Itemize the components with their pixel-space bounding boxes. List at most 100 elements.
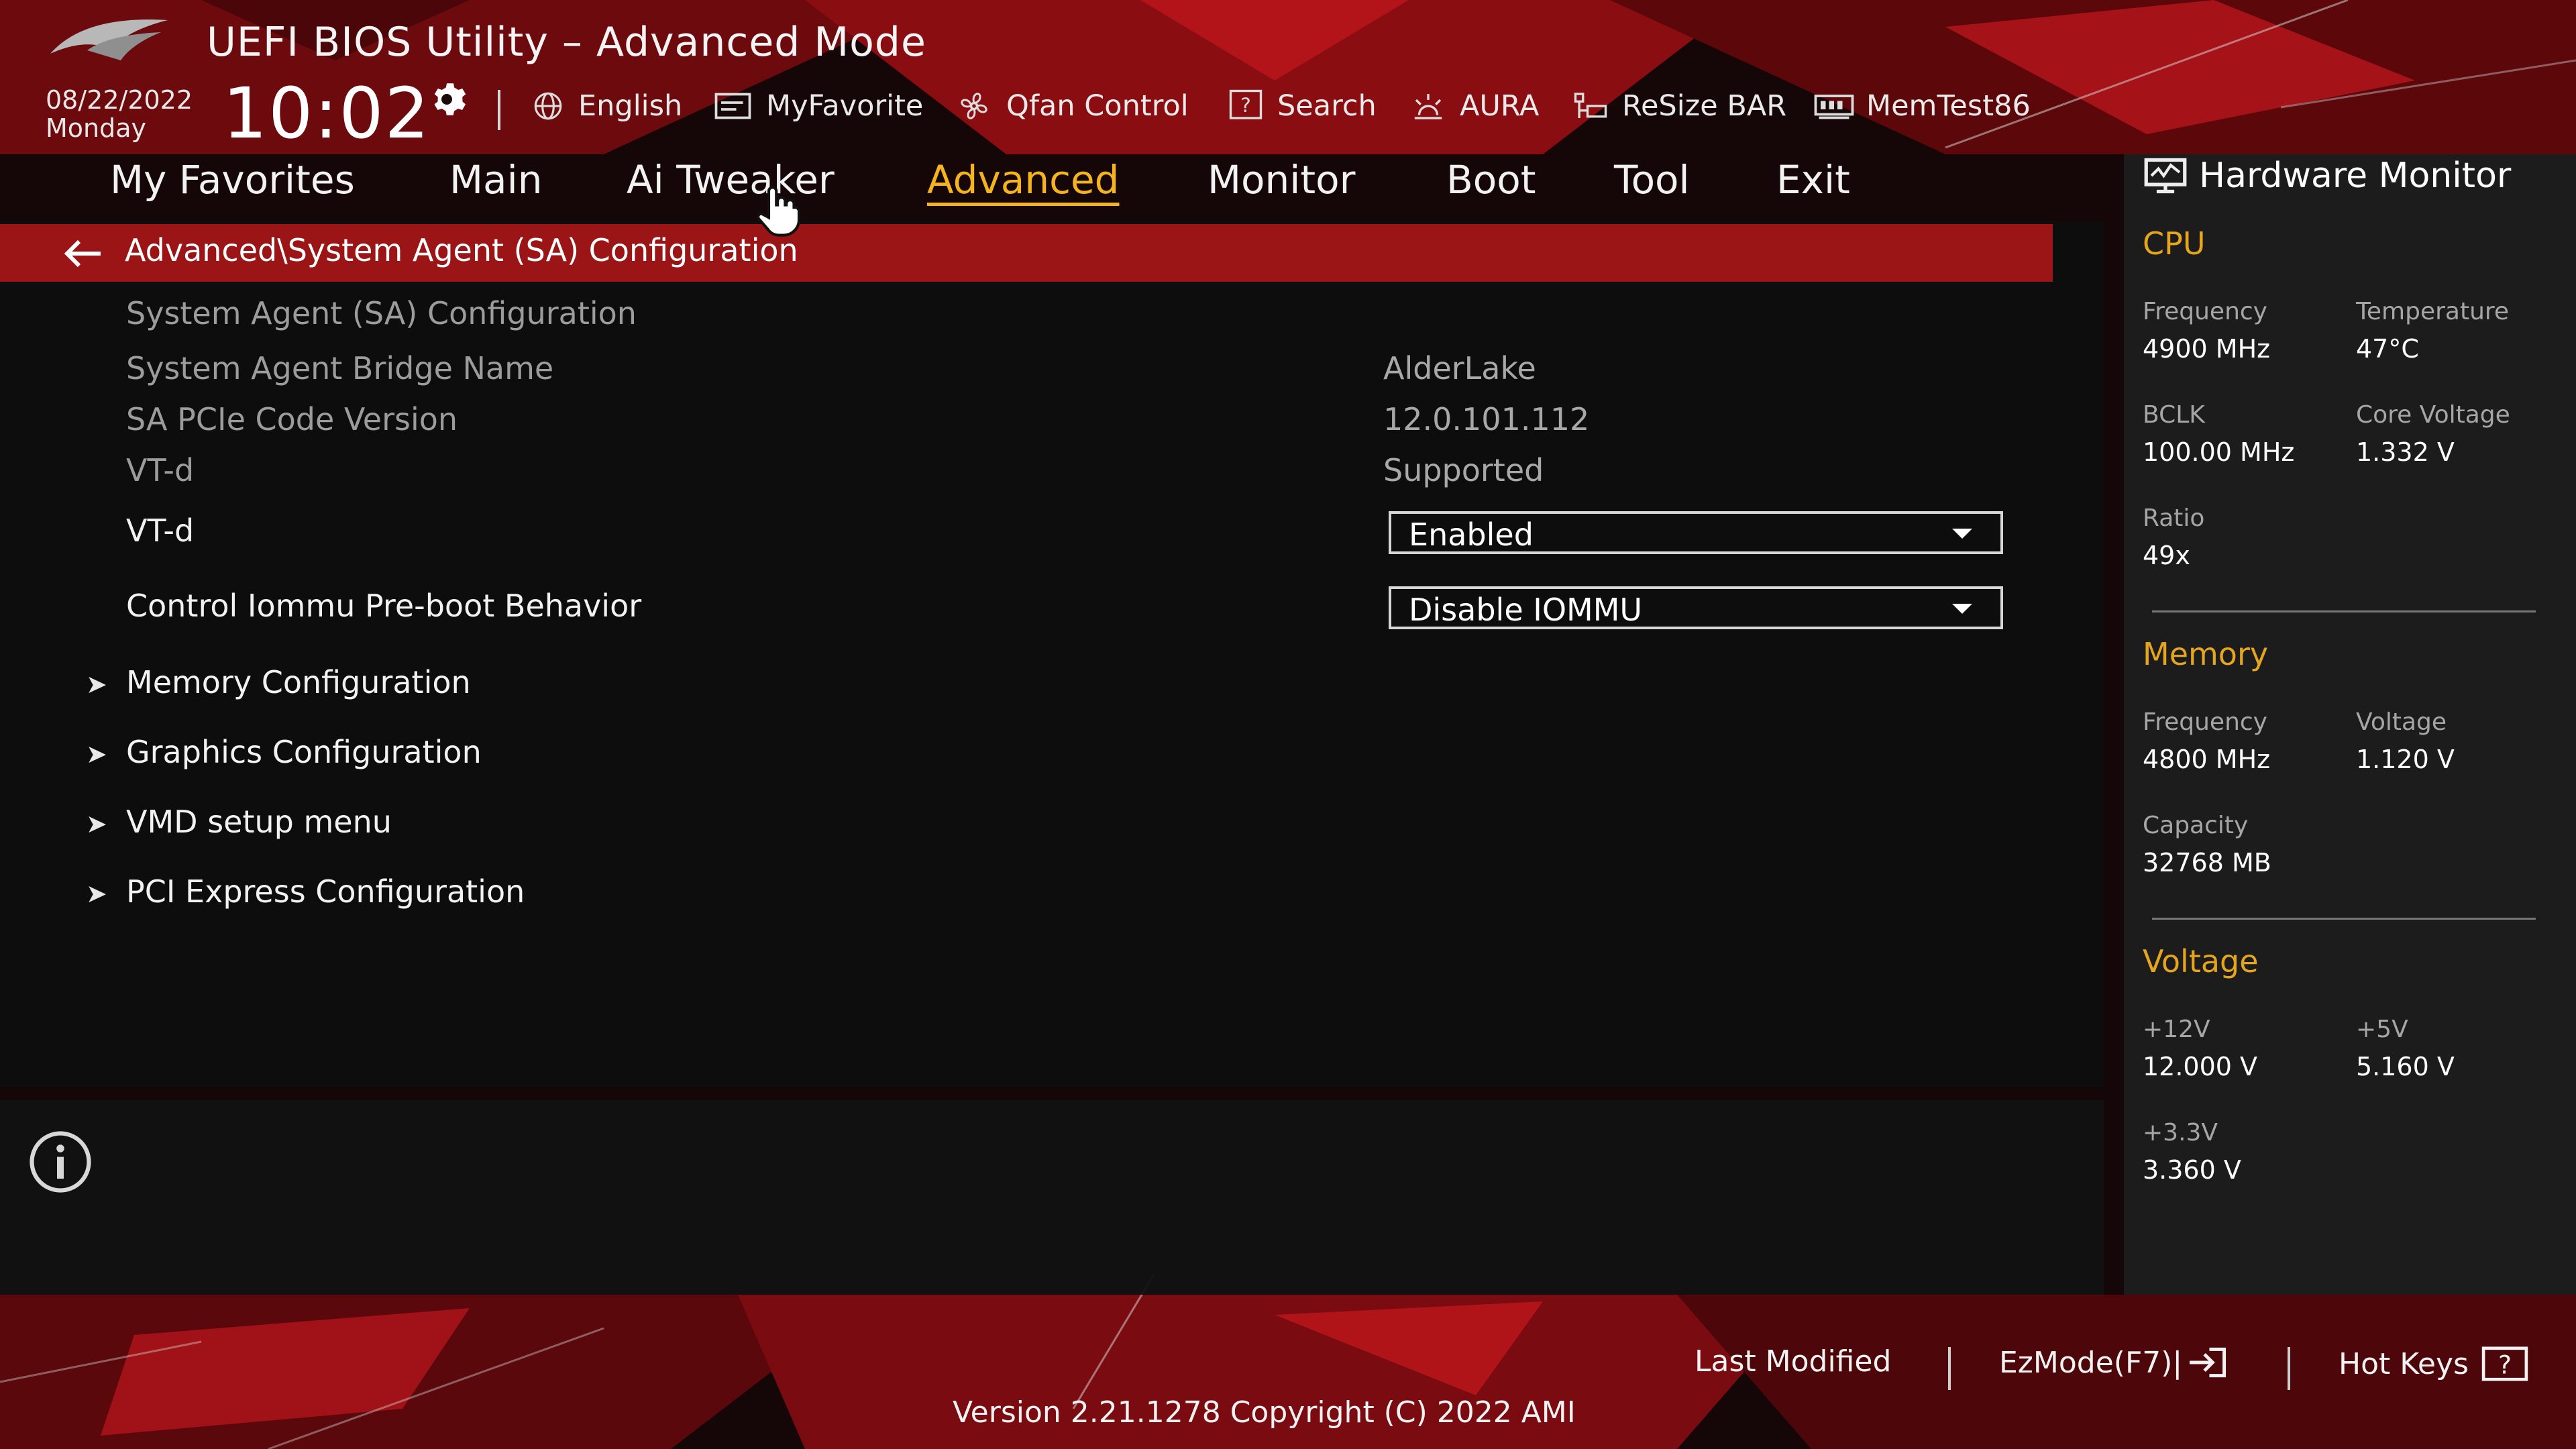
hardware-monitor-title-text: Hardware Monitor <box>2199 156 2512 196</box>
help-key-icon: ? <box>2481 1346 2528 1381</box>
hardware-monitor-title: Hardware Monitor <box>2143 156 2511 196</box>
cpu-temperature-label: Temperature <box>2356 298 2510 325</box>
core-voltage-label: Core Voltage <box>2356 401 2510 429</box>
memory-capacity-value: 32768 MB <box>2143 848 2271 877</box>
tab-monitor[interactable]: Monitor <box>1208 157 1355 203</box>
app-title: UEFI BIOS Utility – Advanced Mode <box>207 19 926 66</box>
language-label: English <box>578 89 683 123</box>
tab-my-favorites[interactable]: My Favorites <box>110 157 355 203</box>
submenu-pci-express-configuration[interactable]: ➤ PCI Express Configuration <box>86 873 525 910</box>
v12-value: 12.000 V <box>2143 1052 2258 1081</box>
submenu-vmd-setup[interactable]: ➤ VMD setup menu <box>86 804 392 840</box>
pcie-code-version-value: 12.0.101.112 <box>1383 401 1590 437</box>
footer-divider <box>2288 1347 2290 1390</box>
last-modified-button[interactable]: Last Modified <box>1695 1344 1891 1379</box>
v5-value: 5.160 V <box>2356 1052 2455 1081</box>
memtest86-label: MemTest86 <box>1866 89 2031 123</box>
help-panel <box>0 1100 2104 1295</box>
header-divider <box>498 90 500 130</box>
tab-advanced[interactable]: Advanced <box>927 157 1120 203</box>
iommu-dropdown[interactable]: Disable IOMMU <box>1389 586 2003 629</box>
tab-exit[interactable]: Exit <box>1776 157 1850 203</box>
hw-divider <box>2152 918 2536 920</box>
aura-label: AURA <box>1460 89 1540 123</box>
cpu-frequency-label: Frequency <box>2143 298 2267 325</box>
search-button[interactable]: ? Search <box>1224 86 1377 126</box>
language-button[interactable]: English <box>527 86 682 126</box>
v33-value: 3.360 V <box>2143 1155 2241 1185</box>
v12-label: +12V <box>2143 1016 2210 1043</box>
breadcrumb-path: Advanced\System Agent (SA) Configuration <box>125 232 798 268</box>
version-text: Version 2.21.1278 Copyright (C) 2022 AMI <box>953 1395 1576 1430</box>
vtd-dropdown[interactable]: Enabled <box>1389 511 2003 554</box>
myfavorite-button[interactable]: MyFavorite <box>712 86 923 126</box>
hot-keys-button[interactable]: Hot Keys ? <box>2339 1344 2532 1383</box>
bclk-label: BCLK <box>2143 401 2205 429</box>
exit-arrow-icon <box>2190 1347 2226 1378</box>
clock-time: 10:02 <box>223 72 431 154</box>
submenu-graphics-configuration[interactable]: ➤ Graphics Configuration <box>86 734 482 770</box>
rog-logo <box>50 19 168 60</box>
resize-bar-button[interactable]: ReSize BAR <box>1568 86 1786 126</box>
memtest86-button[interactable]: MemTest86 <box>1811 86 2031 126</box>
aura-button[interactable]: AURA <box>1406 86 1539 126</box>
vtd-dropdown-value: Enabled <box>1409 517 1534 553</box>
globe-icon <box>534 92 562 120</box>
mouse-pointer-hand-icon <box>757 186 801 237</box>
chevron-right-icon: ➤ <box>86 739 107 769</box>
cpu-temperature-value: 47°C <box>2356 334 2419 364</box>
tab-boot[interactable]: Boot <box>1446 157 1536 203</box>
gear-icon[interactable] <box>427 79 467 119</box>
vtd-support-label: VT-d <box>126 452 195 488</box>
resize-bar-icon <box>1574 93 1607 118</box>
qfan-control-label: Qfan Control <box>1006 89 1189 123</box>
ezmode-label: EzMode(F7)| <box>1999 1345 2183 1380</box>
info-icon <box>30 1131 91 1193</box>
date-text: 08/22/2022 <box>46 85 193 115</box>
cpu-frequency-value: 4900 MHz <box>2143 334 2271 364</box>
memory-frequency-value: 4800 MHz <box>2143 745 2271 774</box>
chevron-right-icon: ➤ <box>86 669 107 699</box>
chevron-right-icon: ➤ <box>86 879 107 908</box>
tab-main[interactable]: Main <box>449 157 542 203</box>
chevron-down-icon <box>1952 604 1972 614</box>
memory-heading: Memory <box>2143 636 2269 672</box>
core-voltage-value: 1.332 V <box>2356 437 2455 467</box>
vtd-support-value: Supported <box>1383 452 1544 488</box>
ratio-label: Ratio <box>2143 504 2205 532</box>
submenu-label: VMD setup menu <box>126 804 392 840</box>
day-text: Monday <box>46 113 147 143</box>
voltage-heading: Voltage <box>2143 943 2259 979</box>
ratio-value: 49x <box>2143 541 2190 570</box>
bridge-name-value: AlderLake <box>1383 350 1536 386</box>
footer-divider <box>1948 1347 1951 1390</box>
iommu-dropdown-value: Disable IOMMU <box>1409 592 1643 628</box>
v33-label: +3.3V <box>2143 1119 2218 1146</box>
back-arrow-icon[interactable] <box>63 239 103 268</box>
breadcrumb: Advanced\System Agent (SA) Configuration <box>0 224 2053 282</box>
memory-frequency-label: Frequency <box>2143 708 2267 736</box>
tab-tool[interactable]: Tool <box>1614 157 1690 203</box>
chevron-down-icon <box>1952 529 1972 539</box>
top-header: UEFI BIOS Utility – Advanced Mode 08/22/… <box>0 0 2576 154</box>
main-tab-bar: My Favorites Main Ai Tweaker Advanced Mo… <box>0 154 2104 221</box>
memory-capacity-label: Capacity <box>2143 812 2249 839</box>
submenu-label: Memory Configuration <box>126 664 471 700</box>
vtd-setting-label: VT-d <box>126 513 195 549</box>
qfan-control-button[interactable]: Qfan Control <box>951 86 1189 126</box>
bridge-name-label: System Agent Bridge Name <box>126 350 554 386</box>
submenu-label: Graphics Configuration <box>126 734 482 770</box>
submenu-label: PCI Express Configuration <box>126 873 525 910</box>
ezmode-button[interactable]: EzMode(F7)| <box>1999 1344 2229 1381</box>
aura-icon <box>1414 94 1442 119</box>
hot-keys-label: Hot Keys <box>2339 1346 2469 1381</box>
fan-icon <box>961 93 987 119</box>
svg-text:?: ? <box>1240 94 1251 117</box>
date-display: 08/22/2022 Monday <box>46 86 193 142</box>
section-heading: System Agent (SA) Configuration <box>126 295 637 331</box>
submenu-memory-configuration[interactable]: ➤ Memory Configuration <box>86 664 471 700</box>
chevron-right-icon: ➤ <box>86 809 107 839</box>
memtest-icon <box>1814 95 1854 119</box>
svg-text:?: ? <box>2498 1350 2512 1380</box>
resize-bar-label: ReSize BAR <box>1622 89 1787 123</box>
